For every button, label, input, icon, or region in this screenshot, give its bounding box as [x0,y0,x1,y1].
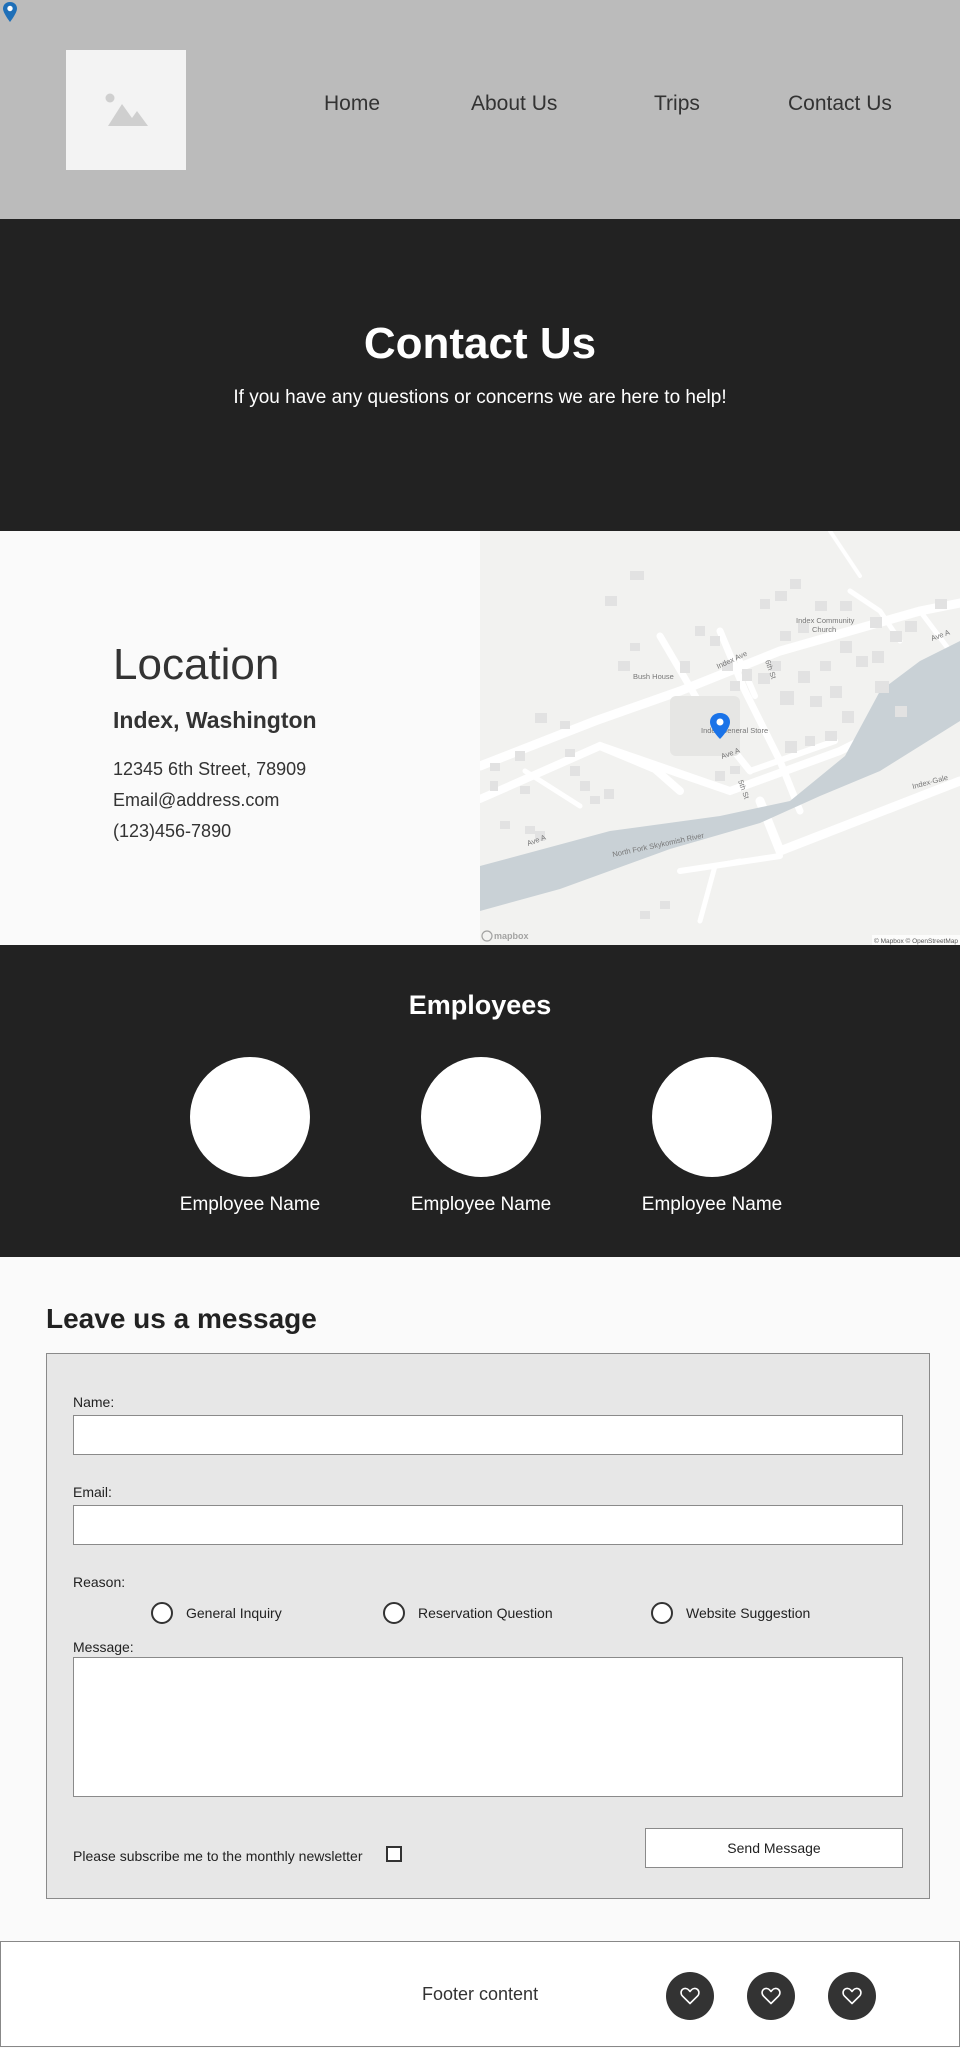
location-address: 12345 6th Street, 78909 [113,759,307,779]
subscribe-label: Please subscribe me to the monthly newsl… [73,1848,363,1864]
nav-about-us[interactable]: About Us [471,92,557,116]
employee-card: Employee Name [622,1057,802,1216]
avatar [190,1057,310,1177]
avatar [652,1057,772,1177]
hero-section: Contact Us If you have any questions or … [0,219,960,531]
name-field[interactable] [73,1415,903,1455]
location-phone: (123)456-7890 [113,821,232,841]
email-field[interactable] [73,1505,903,1545]
radio-button[interactable] [651,1602,673,1624]
location-section: Location Index, Washington 12345 6th Str… [0,531,960,945]
site-header: Home About Us Trips Contact Us [0,0,960,219]
employee-name: Employee Name [641,1194,783,1215]
employee-name: Employee Name [179,1194,321,1215]
message-label: Message: [73,1639,134,1655]
employee-card: Employee Name [391,1057,571,1216]
map-pin-icon [3,2,17,22]
heart-icon [761,1987,781,2005]
reason-label: Reason: [73,1574,126,1590]
location-email: Email@address.com [113,790,280,810]
reason-general-inquiry[interactable]: General Inquiry [151,1601,282,1625]
employee-name: Employee Name [410,1194,552,1215]
location-info: Location Index, Washington 12345 6th Str… [113,643,317,847]
page-title: Contact Us [363,319,597,368]
map-label-bush-house: Bush House [633,672,674,681]
name-label: Name: [73,1394,115,1410]
nav-trips[interactable]: Trips [654,92,700,116]
employee-card: Employee Name [160,1057,340,1216]
avatar [421,1057,541,1177]
logo-placeholder[interactable] [66,50,186,170]
social-button[interactable] [828,1972,876,2020]
nav-contact-us[interactable]: Contact Us [788,92,892,116]
location-map[interactable]: Index Community Church Bush House Index … [480,531,960,945]
employees-heading: Employees [408,990,552,1020]
hero-subtitle: If you have any questions or concerns we… [233,387,727,408]
subscribe-checkbox[interactable] [386,1846,402,1862]
svg-text:mapbox: mapbox [494,931,529,941]
map-label-church: Index Community [796,616,855,625]
radio-button[interactable] [151,1602,173,1624]
social-button[interactable] [666,1972,714,2020]
employees-section: Employees Employee Name Employee Name Em… [0,945,960,1257]
map-label-church-2: Church [812,625,836,634]
radio-label: Website Suggestion [686,1605,811,1621]
nav-home[interactable]: Home [324,92,380,116]
social-button[interactable] [747,1972,795,2020]
reason-website-suggestion[interactable]: Website Suggestion [651,1601,810,1625]
radio-label: General Inquiry [186,1605,282,1621]
send-message-button[interactable]: Send Message [645,1828,903,1868]
footer-text: Footer content [422,1984,539,2004]
message-section: Leave us a message Name: Email: Reason: … [0,1257,960,1941]
map-label-store: Index General Store [701,726,768,735]
radio-button[interactable] [383,1602,405,1624]
image-placeholder-icon [105,93,148,126]
location-city: Index, Washington [113,707,317,733]
radio-label: Reservation Question [418,1605,553,1621]
reason-reservation-question[interactable]: Reservation Question [383,1601,553,1625]
location-heading: Location [113,640,280,689]
site-footer: Footer content [0,1941,960,2047]
contact-form: Name: Email: Reason: General Inquiry Res… [46,1353,930,1899]
message-heading: Leave us a message [46,1303,317,1334]
message-field[interactable] [73,1657,903,1797]
heart-icon [680,1987,700,2005]
heart-icon [842,1987,862,2005]
map-attribution[interactable]: © Mapbox © OpenStreetMap [874,937,958,945]
email-label: Email: [73,1484,112,1500]
